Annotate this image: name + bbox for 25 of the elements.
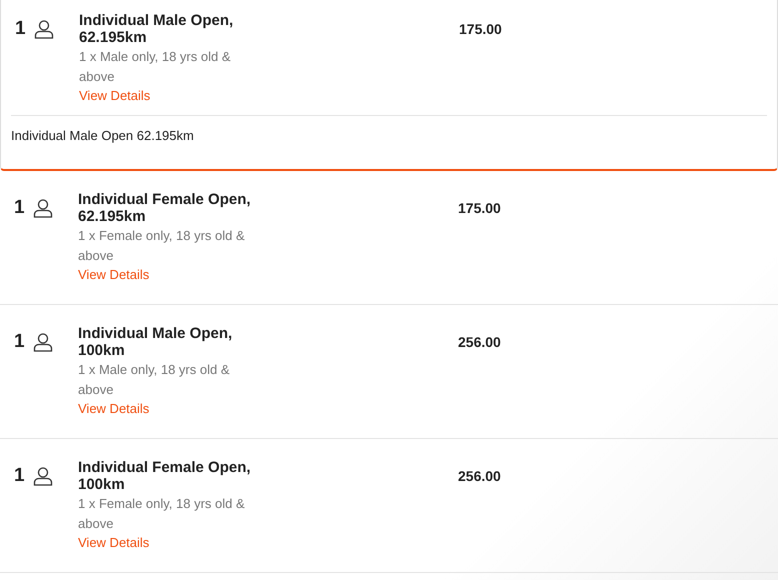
ticket-price: 175.00 [459, 20, 502, 37]
ticket-description: 1 x Male only, 18 yrs old & above [78, 361, 230, 399]
ticket-details: Individual Male Open 62.195km [11, 128, 194, 143]
quantity: 1 [15, 18, 26, 40]
view-details-link[interactable]: View Details [78, 534, 150, 552]
view-details-link[interactable]: View Details [78, 266, 150, 284]
ticket-description: 1 x Male only, 18 yrs old & above [79, 48, 232, 86]
ticket-price: 256.00 [458, 467, 501, 484]
person-icon [34, 19, 54, 39]
person-icon [32, 466, 53, 486]
ticket-title: Individual Female Open, 62.195km [78, 191, 252, 225]
ticket-title: Individual Female Open, 100km [78, 459, 252, 493]
person-icon [32, 198, 53, 218]
quantity: 1 [14, 331, 25, 353]
ticket-price: 175.00 [458, 199, 501, 216]
ticket-title: Individual Male Open, 100km [78, 325, 234, 359]
quantity: 1 [14, 197, 25, 219]
person-icon [32, 332, 53, 352]
ticket-price: 256.00 [458, 333, 501, 350]
ticket-title: Individual Male Open, 62.195km [79, 12, 234, 46]
view-details-link[interactable]: View Details [78, 400, 150, 418]
quantity: 1 [14, 465, 25, 487]
view-details-link[interactable]: View Details [79, 87, 150, 105]
ticket-description: 1 x Female only, 18 yrs old & above [78, 495, 246, 533]
ticket-description: 1 x Female only, 18 yrs old & above [78, 227, 246, 265]
